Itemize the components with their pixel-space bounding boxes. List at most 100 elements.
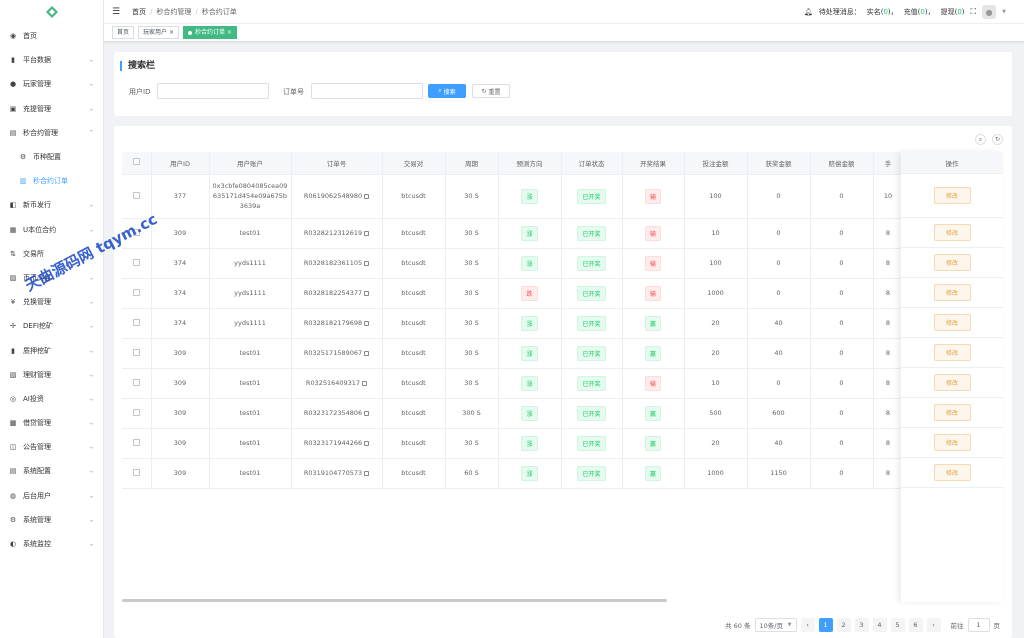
breadcrumb-item[interactable]: 首页 bbox=[132, 7, 146, 17]
copy-icon[interactable] bbox=[364, 193, 370, 199]
sidebar-item[interactable]: ▮ 平台数据 ⌄ bbox=[0, 48, 103, 72]
copy-icon[interactable] bbox=[364, 410, 370, 416]
sidebar-item[interactable]: ⚙ 币种配置 bbox=[0, 145, 103, 169]
sidebar-item[interactable]: ◍ 后台用户 ⌄ bbox=[0, 484, 103, 508]
finance-icon: ▧ bbox=[9, 370, 17, 379]
logo[interactable] bbox=[0, 0, 103, 24]
edit-button[interactable]: 修改 bbox=[933, 254, 971, 271]
close-icon[interactable]: × bbox=[169, 29, 174, 36]
avatar[interactable]: ● bbox=[982, 5, 997, 19]
order-no-input[interactable] bbox=[311, 83, 423, 99]
page-button[interactable]: 6 bbox=[908, 618, 923, 632]
page-size-select[interactable]: 10条/页 ▼ bbox=[754, 618, 797, 632]
fullscreen-icon[interactable]: ⛶ bbox=[971, 7, 977, 17]
table-row[interactable]: 374 yyds1111 R0328182254377 btcusdt 30 S 跌 已开奖… bbox=[122, 278, 1003, 309]
sidebar-item[interactable]: ◐ 系统监控 ⌄ bbox=[0, 532, 103, 556]
tag-players[interactable]: 玩家用户 × bbox=[138, 26, 179, 39]
chevron-down-icon[interactable]: ▼ bbox=[1002, 9, 1006, 15]
sidebar-item[interactable]: ◉ 首页 bbox=[0, 24, 103, 48]
page-button[interactable]: 1 bbox=[818, 618, 833, 632]
copy-icon[interactable] bbox=[362, 380, 368, 386]
copy-icon[interactable] bbox=[364, 320, 370, 326]
loan-icon: ▩ bbox=[9, 419, 17, 428]
row-checkbox[interactable] bbox=[122, 308, 152, 339]
edit-button[interactable]: 修改 bbox=[933, 404, 971, 421]
row-checkbox[interactable] bbox=[122, 458, 152, 489]
sidebar-item[interactable]: ▩ 借贷管理 ⌄ bbox=[0, 411, 103, 435]
sidebar-item[interactable]: ¥ 兑换管理 ⌄ bbox=[0, 290, 103, 314]
sidebar-item[interactable]: ▤ 秒合约管理 ⌃ bbox=[0, 121, 103, 145]
sidebar-item[interactable]: ▣ 充提管理 ⌄ bbox=[0, 97, 103, 121]
sidebar-item[interactable]: ◎ AI投资 ⌄ bbox=[0, 387, 103, 411]
page-button[interactable]: 4 bbox=[872, 618, 887, 632]
sidebar-item[interactable]: ⚙ 系统管理 ⌄ bbox=[0, 508, 103, 532]
edit-button[interactable]: 修改 bbox=[933, 314, 971, 331]
tag-orders[interactable]: 秒合约订单 × bbox=[182, 26, 237, 39]
edit-button[interactable]: 修改 bbox=[933, 187, 971, 204]
table-row[interactable]: 374 yyds1111 R0328182361105 btcusdt 30 S 涨 已开奖… bbox=[122, 248, 1003, 279]
search-toggle-icon[interactable]: ⌕ bbox=[975, 134, 986, 145]
horizontal-scrollbar[interactable] bbox=[122, 599, 667, 602]
table-row[interactable]: 309 test01 R0323171944266 btcusdt 30 S 涨 已开奖 赢 2… bbox=[122, 428, 1003, 459]
sidebar-item[interactable]: ✢ DEFI挖矿 ⌄ bbox=[0, 314, 103, 338]
page-button[interactable]: 2 bbox=[836, 618, 851, 632]
edit-button[interactable]: 修改 bbox=[933, 434, 971, 451]
table-row[interactable]: 309 test01 R032516409317 btcusdt 30 S 涨 已开奖 输 10… bbox=[122, 368, 1003, 399]
next-page-button[interactable]: › bbox=[926, 618, 941, 632]
close-icon[interactable]: × bbox=[227, 29, 232, 36]
row-checkbox[interactable] bbox=[122, 428, 152, 459]
edit-button[interactable]: 修改 bbox=[933, 224, 971, 241]
result-tag: 输 bbox=[644, 255, 661, 271]
pending-recharge[interactable]: 充值(0)， bbox=[904, 7, 935, 17]
copy-icon[interactable] bbox=[364, 290, 370, 296]
prev-page-button[interactable]: ‹ bbox=[800, 618, 815, 632]
edit-button[interactable]: 修改 bbox=[933, 344, 971, 361]
pending-withdraw[interactable]: 提现(0) bbox=[941, 7, 965, 17]
sidebar-item[interactable]: ▮ 质押挖矿 ⌄ bbox=[0, 338, 103, 362]
select-all-checkbox[interactable] bbox=[122, 152, 152, 175]
copy-icon[interactable] bbox=[364, 470, 370, 476]
sidebar-item[interactable]: ◫ 公告管理 ⌄ bbox=[0, 435, 103, 459]
sidebar-item[interactable]: ▤ 系统配置 ⌄ bbox=[0, 459, 103, 483]
tag-home[interactable]: 首页 bbox=[112, 26, 135, 39]
hamburger-icon[interactable]: ☰ bbox=[112, 7, 122, 17]
refresh-icon[interactable]: ↻ bbox=[992, 134, 1003, 145]
row-checkbox[interactable] bbox=[122, 338, 152, 369]
sidebar-item[interactable]: ▥ 秒合约订单 bbox=[0, 169, 103, 193]
table-row[interactable]: 374 yyds1111 R0328182179698 btcusdt 30 S 涨 已开奖… bbox=[122, 308, 1003, 339]
pending-realname[interactable]: 实名(0)， bbox=[867, 7, 898, 17]
row-checkbox[interactable] bbox=[122, 278, 152, 309]
copy-icon[interactable] bbox=[364, 260, 370, 266]
edit-button[interactable]: 修改 bbox=[933, 374, 971, 391]
direction-cell: 涨 bbox=[498, 174, 562, 219]
table-row[interactable]: 309 test01 R0328212312619 btcusdt 30 S 涨 已开奖 输 1… bbox=[122, 218, 1003, 249]
copy-icon[interactable] bbox=[364, 350, 370, 356]
column-header: 预测方向 bbox=[498, 152, 562, 175]
user-id-input[interactable] bbox=[157, 83, 269, 99]
goto-page-input[interactable]: 1 bbox=[967, 618, 990, 632]
edit-button[interactable]: 修改 bbox=[933, 284, 971, 301]
search-button[interactable]: ⌕ 搜索 bbox=[428, 84, 466, 98]
row-checkbox[interactable] bbox=[122, 368, 152, 399]
breadcrumb-item[interactable]: 秒合约管理 bbox=[156, 7, 191, 17]
copy-icon[interactable] bbox=[364, 440, 370, 446]
row-checkbox[interactable] bbox=[122, 398, 152, 429]
direction-cell: 涨 bbox=[498, 218, 562, 249]
table-row[interactable]: 309 test01 R0325171589067 btcusdt 30 S 涨 已开奖 赢 2… bbox=[122, 338, 1003, 369]
sidebar-item[interactable]: ▧ 理财管理 ⌄ bbox=[0, 363, 103, 387]
bell-icon[interactable]: 🔔︎ bbox=[804, 8, 813, 16]
table-row[interactable]: 309 test01 R0319104770573 btcusdt 60 S 涨 已开奖 赢 1… bbox=[122, 458, 1003, 489]
sidebar-item[interactable]: ● 玩家管理 ⌄ bbox=[0, 72, 103, 96]
page-button[interactable]: 3 bbox=[854, 618, 869, 632]
account-cell: test01 bbox=[209, 458, 292, 489]
row-checkbox[interactable] bbox=[122, 248, 152, 279]
table-row[interactable]: 377 0x3cbfe0804085cea09635171d454e09a675b… bbox=[122, 174, 1003, 219]
table-row[interactable]: 309 test01 R0323172354806 btcusdt 300 S 涨 已开奖 赢… bbox=[122, 398, 1003, 429]
sidebar-item[interactable]: ◧ 新币发行 ⌄ bbox=[0, 193, 103, 217]
copy-icon[interactable] bbox=[364, 230, 370, 236]
edit-button[interactable]: 修改 bbox=[933, 464, 971, 481]
reset-button[interactable]: ↻ 重置 bbox=[472, 84, 510, 98]
win-cell: 0 bbox=[747, 174, 811, 219]
page-button[interactable]: 5 bbox=[890, 618, 905, 632]
sidebar-item[interactable]: ▦ U本位合约 ⌄ bbox=[0, 218, 103, 242]
